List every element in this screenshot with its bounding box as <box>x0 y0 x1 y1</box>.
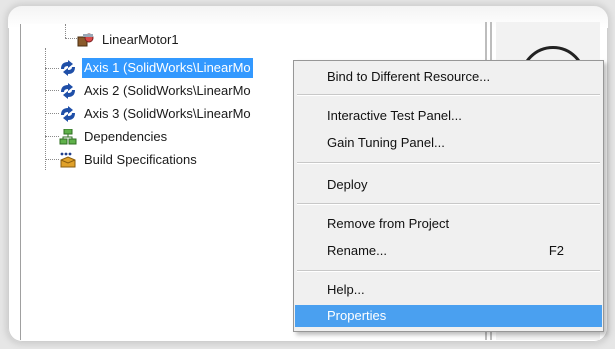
tree-item-label: Dependencies <box>84 129 168 144</box>
tree-item-label: Build Specifications <box>84 152 197 167</box>
tree-item-linearmotor1[interactable]: LinearMotor1 <box>77 30 181 50</box>
menu-item-label: Properties <box>327 308 387 323</box>
tree-item-axis-1[interactable]: Axis 1 (SolidWorks\LinearMo <box>59 58 253 78</box>
menu-item-deploy[interactable]: Deploy <box>295 174 602 196</box>
axis-icon <box>59 106 77 122</box>
menu-item-label: Bind to Different Resource... <box>327 69 491 84</box>
menu-item-properties[interactable]: Properties <box>295 305 602 327</box>
menu-item-label: Deploy <box>327 177 368 192</box>
menu-item-label: Gain Tuning Panel... <box>327 135 445 150</box>
tree-connector <box>45 159 59 160</box>
menu-separator <box>297 203 600 205</box>
menu-separator <box>297 94 600 96</box>
tree-connector <box>45 48 46 170</box>
tree-item-label: Axis 1 (SolidWorks\LinearMo <box>82 58 253 78</box>
tree-item-label: LinearMotor1 <box>102 32 179 47</box>
tree-item-dependencies[interactable]: Dependencies <box>59 127 169 147</box>
menu-item-label: Rename... <box>327 243 387 258</box>
tree-item-axis-2[interactable]: Axis 2 (SolidWorks\LinearMo <box>59 81 253 101</box>
menu-item-bind-to-different-resource[interactable]: Bind to Different Resource... <box>295 66 602 88</box>
tree-connector <box>65 24 66 38</box>
tree-item-build-specifications[interactable]: Build Specifications <box>59 150 199 170</box>
tree-item-label: Axis 3 (SolidWorks\LinearMo <box>84 106 251 121</box>
menu-separator <box>297 162 600 164</box>
tree-connector <box>45 68 59 69</box>
tree-connector <box>45 90 59 91</box>
tree-item-axis-3[interactable]: Axis 3 (SolidWorks\LinearMo <box>59 104 253 124</box>
linear-motor-icon <box>77 32 95 48</box>
menu-separator <box>297 270 600 272</box>
menu-item-help[interactable]: Help... <box>295 279 602 301</box>
context-menu: Bind to Different Resource... Interactiv… <box>293 60 604 332</box>
menu-item-shortcut: F2 <box>548 243 564 258</box>
build-specifications-icon <box>59 152 77 168</box>
dependencies-icon <box>59 128 77 145</box>
menu-item-gain-tuning-panel[interactable]: Gain Tuning Panel... <box>295 132 602 154</box>
tree-connector <box>65 38 77 39</box>
menu-item-remove-from-project[interactable]: Remove from Project <box>295 213 602 235</box>
axis-icon <box>59 60 77 76</box>
tree-item-label: Axis 2 (SolidWorks\LinearMo <box>84 83 251 98</box>
tree-connector <box>45 113 59 114</box>
menu-item-rename[interactable]: Rename... F2 <box>295 240 602 262</box>
axis-icon <box>59 83 77 99</box>
menu-item-label: Remove from Project <box>327 216 450 231</box>
menu-item-interactive-test-panel[interactable]: Interactive Test Panel... <box>295 105 602 127</box>
menu-item-label: Help... <box>327 282 365 297</box>
tree-connector <box>45 136 59 137</box>
menu-item-label: Interactive Test Panel... <box>327 108 462 123</box>
